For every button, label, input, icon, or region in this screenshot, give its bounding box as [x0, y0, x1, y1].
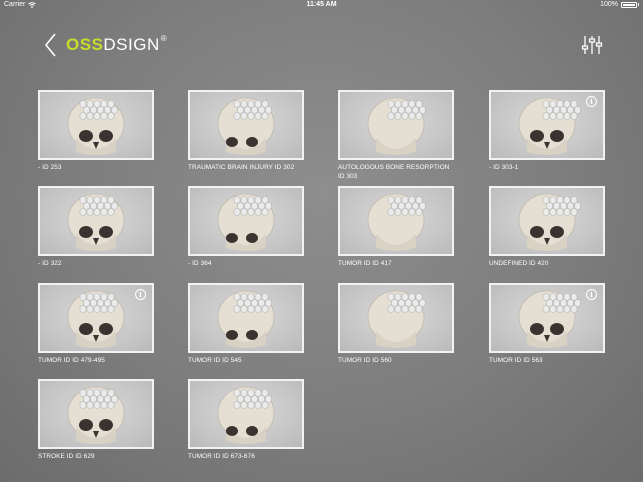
skull-image: [217, 97, 275, 155]
skull-image: [67, 97, 125, 155]
skull-image: [367, 193, 426, 251]
skull-image: [367, 290, 426, 348]
case-card[interactable]: AUTOLOGOUS BONE RESORPTION ID 303: [338, 90, 454, 181]
case-label: AUTOLOGOUS BONE RESORPTION ID 303: [338, 164, 450, 180]
case-card[interactable]: UNDEFINED ID 420: [489, 186, 605, 269]
case-thumbnail[interactable]: [188, 283, 304, 353]
case-label: - ID 253: [38, 164, 62, 171]
case-label: UNDEFINED ID 420: [489, 260, 549, 267]
case-thumbnail[interactable]: [38, 186, 154, 256]
case-thumbnail[interactable]: [188, 379, 304, 449]
case-thumbnail[interactable]: [188, 186, 304, 256]
skull-image: [217, 193, 275, 251]
case-thumbnail[interactable]: [38, 379, 154, 449]
case-card[interactable]: TUMOR ID ID 417: [338, 186, 454, 269]
case-label: TUMOR ID ID 545: [188, 357, 242, 364]
info-icon[interactable]: i: [135, 289, 146, 300]
case-card[interactable]: TRAUMATIC BRAIN INJURY ID 302: [188, 90, 304, 173]
case-card[interactable]: - ID 253: [38, 90, 154, 173]
case-thumbnail[interactable]: i: [489, 90, 605, 160]
case-card[interactable]: STROKE ID ID 629: [38, 379, 154, 462]
case-card[interactable]: i TUMOR ID ID 479-495: [38, 283, 154, 366]
skull-image: [367, 97, 426, 155]
case-thumbnail[interactable]: i: [38, 283, 154, 353]
case-label: TUMOR ID ID 563: [489, 357, 543, 364]
case-card[interactable]: i - ID 303-1: [489, 90, 605, 173]
case-grid: - ID 253 TRAUMATIC BRAIN INJURY ID 302 AUT…: [0, 0, 643, 482]
case-label: TRAUMATIC BRAIN INJURY ID 302: [188, 164, 295, 171]
case-card[interactable]: TUMOR ID ID 560: [338, 283, 454, 366]
case-label: TUMOR ID ID 560: [338, 357, 392, 364]
case-card[interactable]: TUMOR ID ID 545: [188, 283, 304, 366]
case-card[interactable]: TUMOR ID ID 673-676: [188, 379, 304, 462]
case-card[interactable]: i TUMOR ID ID 563: [489, 283, 605, 366]
case-thumbnail[interactable]: [38, 90, 154, 160]
case-thumbnail[interactable]: i: [489, 283, 605, 353]
skull-image: [217, 290, 275, 348]
case-label: TUMOR ID ID 417: [338, 260, 392, 267]
skull-image: [67, 193, 125, 251]
case-thumbnail[interactable]: [338, 186, 454, 256]
skull-image: [518, 193, 581, 251]
case-label: - ID 322: [38, 260, 62, 267]
case-label: TUMOR ID ID 673-676: [188, 453, 255, 460]
case-card[interactable]: - ID 322: [38, 186, 154, 269]
case-label: TUMOR ID ID 479-495: [38, 357, 105, 364]
info-icon[interactable]: i: [586, 289, 597, 300]
case-thumbnail[interactable]: [188, 90, 304, 160]
case-label: STROKE ID ID 629: [38, 453, 95, 460]
info-icon[interactable]: i: [586, 96, 597, 107]
skull-image: [217, 386, 275, 444]
skull-image: [67, 386, 125, 444]
case-thumbnail[interactable]: [338, 283, 454, 353]
case-thumbnail[interactable]: [338, 90, 454, 160]
case-label: - ID 364: [188, 260, 212, 267]
case-card[interactable]: - ID 364: [188, 186, 304, 269]
case-label: - ID 303-1: [489, 164, 519, 171]
case-thumbnail[interactable]: [489, 186, 605, 256]
